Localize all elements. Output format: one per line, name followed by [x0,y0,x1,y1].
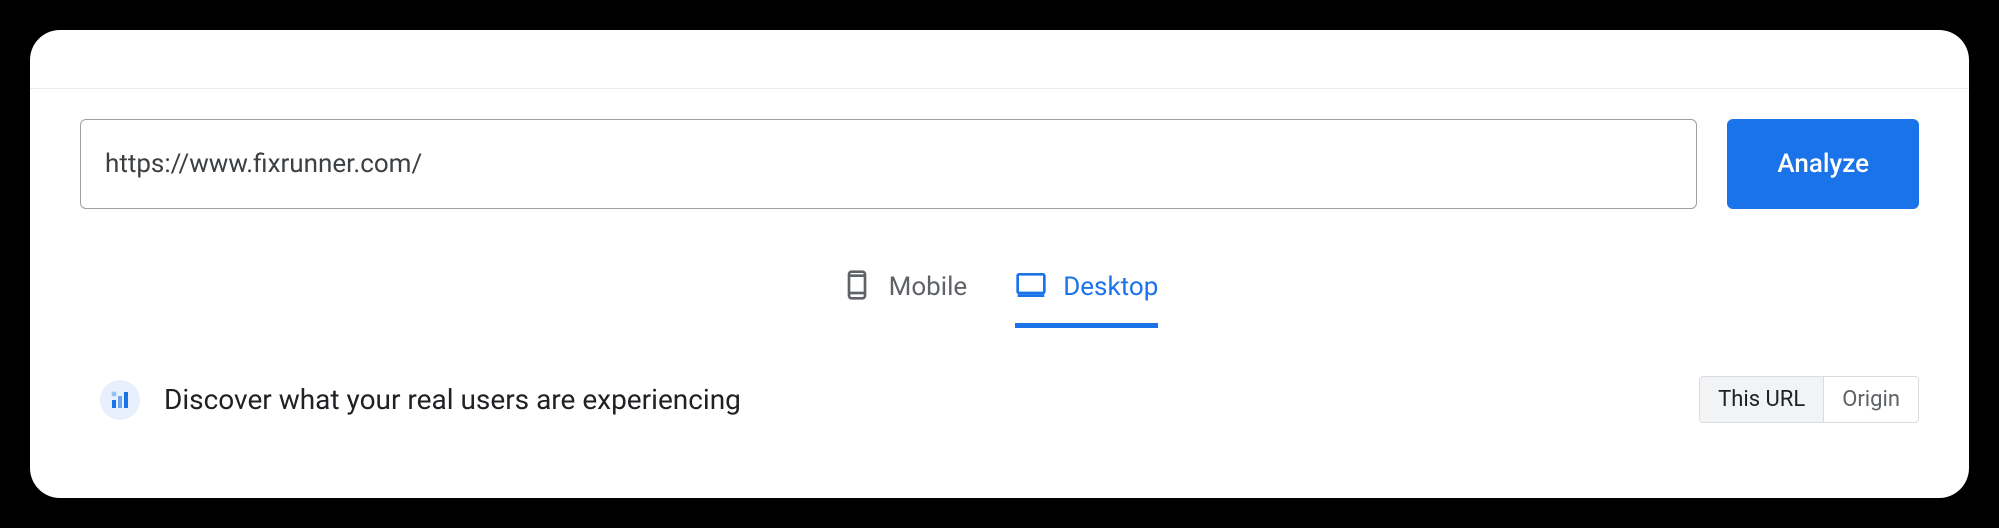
discover-section: Discover what your real users are experi… [100,380,741,420]
discover-heading: Discover what your real users are experi… [164,383,741,416]
analyze-button[interactable]: Analyze [1727,119,1919,209]
crux-icon [100,380,140,420]
scope-toggle: This URL Origin [1699,376,1919,423]
device-tabs: Mobile Desktop [30,269,1969,328]
desktop-icon [1015,269,1047,305]
scope-this-url[interactable]: This URL [1700,377,1823,422]
pagespeed-window: Analyze Mobile Desktop [30,30,1969,498]
mobile-icon [841,269,873,305]
tab-mobile[interactable]: Mobile [841,269,968,328]
scope-origin[interactable]: Origin [1823,377,1918,422]
search-row: Analyze [30,89,1969,209]
tab-desktop-label: Desktop [1063,272,1158,302]
field-data-header: Discover what your real users are experi… [30,328,1969,423]
url-input[interactable] [80,119,1697,209]
tab-mobile-label: Mobile [889,272,968,302]
tab-desktop[interactable]: Desktop [1015,269,1158,328]
